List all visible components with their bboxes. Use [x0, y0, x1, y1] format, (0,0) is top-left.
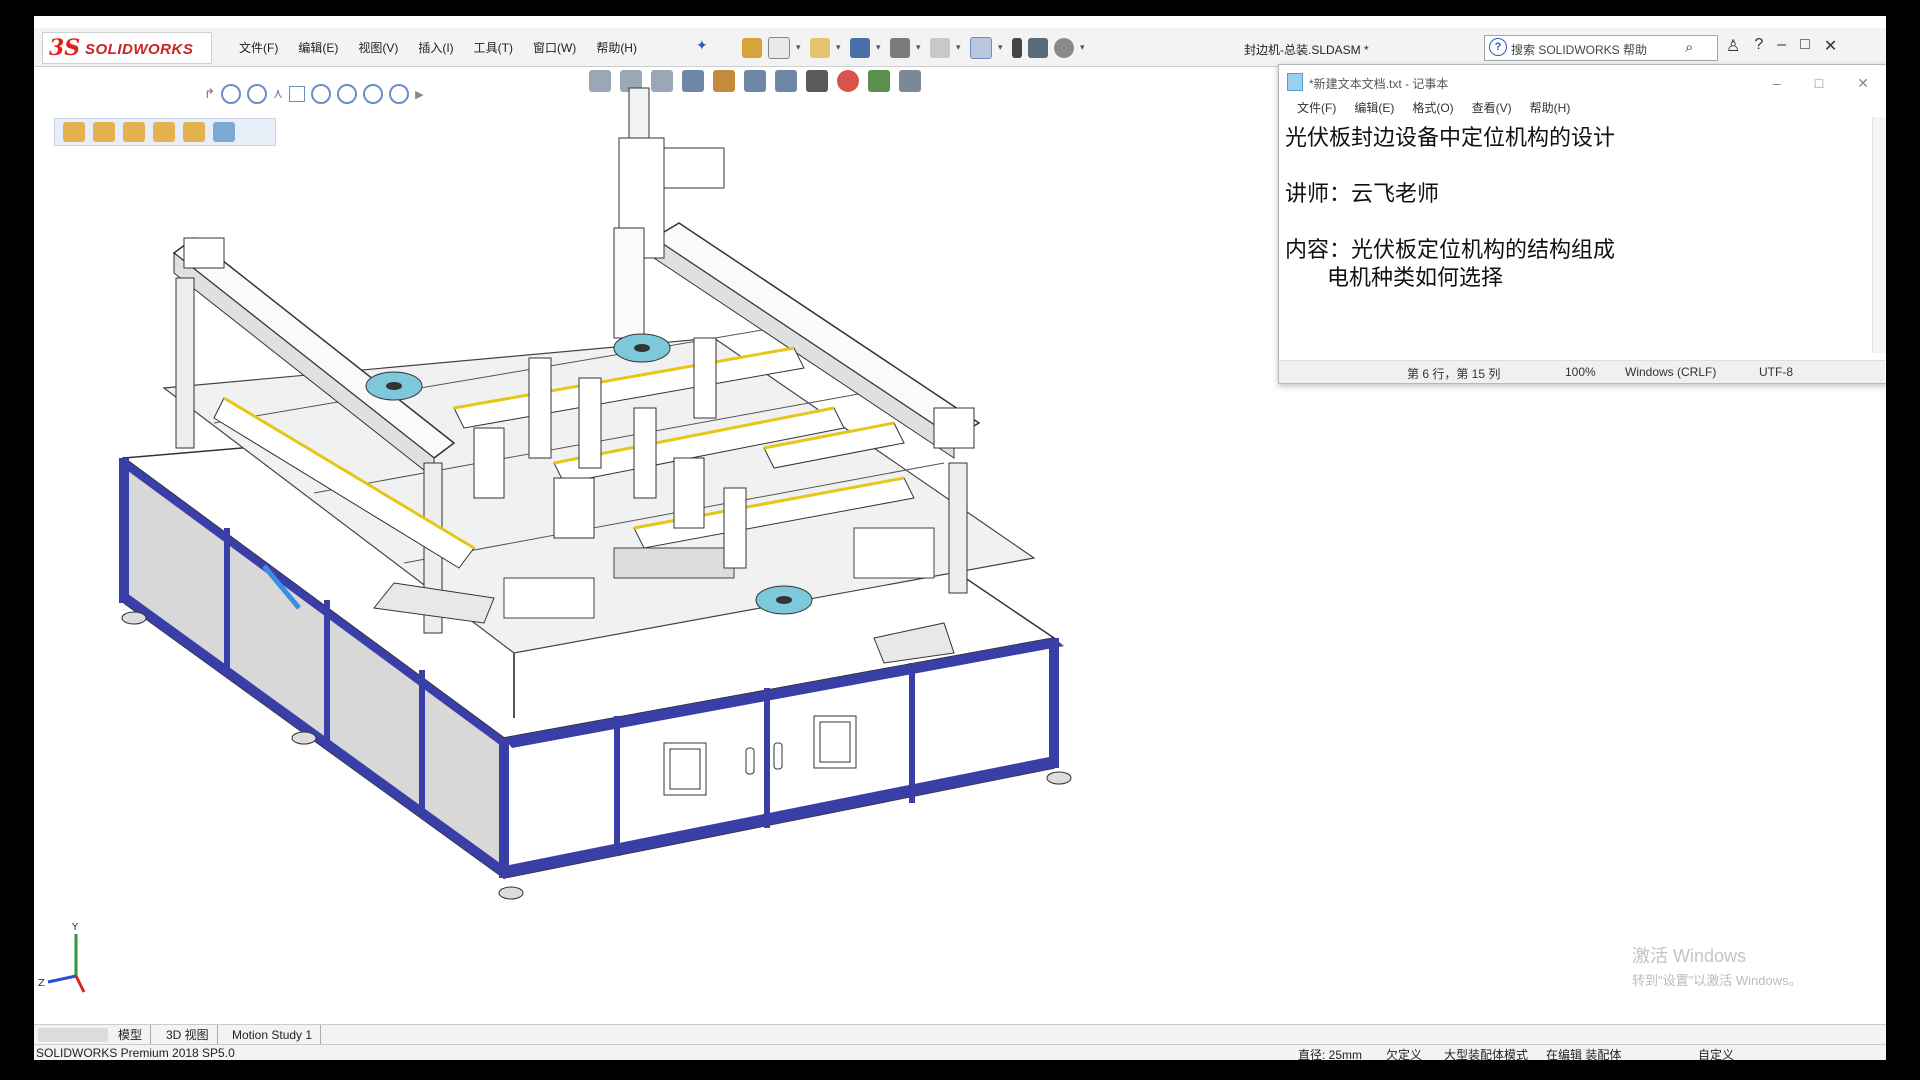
search-box[interactable]: ? 搜索 SOLIDWORKS 帮助 ⌕: [1484, 35, 1718, 61]
encoding: UTF-8: [1759, 365, 1793, 379]
open-folder-icon[interactable]: [810, 38, 830, 58]
options-gear-icon[interactable]: [1054, 38, 1074, 58]
home-icon[interactable]: [742, 38, 762, 58]
logo-text: SOLIDWORKS: [85, 41, 194, 58]
notepad-window: *新建文本文档.txt - 记事本 – □ ✕ 文件(F) 编辑(E) 格式(O…: [1278, 64, 1886, 384]
vertical-scrollbar[interactable]: [1872, 117, 1886, 353]
maximize-icon[interactable]: □: [1800, 36, 1810, 56]
menu-edit[interactable]: 编辑(E): [298, 39, 338, 56]
svg-text:Z: Z: [38, 978, 45, 989]
notepad-menu: 文件(F) 编辑(E) 格式(O) 查看(V) 帮助(H): [1297, 99, 1570, 116]
assembly-mode: 大型装配体模式: [1444, 1048, 1529, 1060]
user-icon[interactable]: ♙: [1726, 36, 1740, 56]
menu-window[interactable]: 窗口(W): [533, 39, 576, 56]
cad-viewport[interactable]: [74, 78, 1284, 1018]
text-line: 光伏板封边设备中定位机构的设计: [1285, 126, 1616, 151]
text-line: [1285, 209, 1865, 237]
minimize-icon[interactable]: –: [1773, 75, 1781, 92]
chevron-down-icon[interactable]: ▾: [916, 44, 924, 53]
notepad-menu-help[interactable]: 帮助(H): [1530, 99, 1571, 116]
chevron-down-icon[interactable]: ▾: [836, 44, 844, 53]
chevron-down-icon[interactable]: ▾: [956, 44, 964, 53]
chevron-down-icon[interactable]: ▾: [1080, 44, 1088, 53]
menu-help[interactable]: 帮助(H): [596, 39, 637, 56]
help-circle-icon: ?: [1489, 38, 1507, 56]
select-arrow-icon[interactable]: [970, 37, 992, 59]
save-icon[interactable]: [850, 38, 870, 58]
editing-context: 在编辑 装配体: [1546, 1048, 1622, 1060]
line-ending: Windows (CRLF): [1625, 365, 1717, 379]
text-line: [1285, 153, 1865, 181]
rebuild-traffic-light-icon[interactable]: [1012, 38, 1022, 58]
window-controls: ♙ ? – □ ✕: [1726, 36, 1837, 56]
text-line: 讲师：云飞老师: [1285, 182, 1440, 207]
minimize-icon[interactable]: –: [1777, 36, 1786, 56]
close-icon[interactable]: ✕: [1857, 75, 1869, 92]
tab-model[interactable]: 模型: [110, 1025, 152, 1045]
chevron-down-icon[interactable]: ▾: [796, 44, 804, 53]
tab-3d-view[interactable]: 3D 视图: [158, 1025, 218, 1045]
document-title: 封边机-总装.SLDASM *: [1244, 43, 1369, 57]
solidworks-window: 3S SOLIDWORKS 文件(F) 编辑(E) 视图(V) 插入(I) 工具…: [34, 16, 1886, 1060]
search-icon[interactable]: ⌕: [1685, 38, 1693, 56]
standard-toolbar: ▾ ▾ ▾ ▾ ▾ ▾ ▾: [742, 36, 1088, 60]
solidworks-logo[interactable]: 3S SOLIDWORKS: [42, 32, 212, 64]
menu-file[interactable]: 文件(F): [239, 39, 278, 56]
ds-logo-mark: 3S: [49, 35, 81, 61]
search-placeholder: 搜索 SOLIDWORKS 帮助: [1511, 43, 1648, 57]
main-menu: 文件(F) 编辑(E) 视图(V) 插入(I) 工具(T) 窗口(W) 帮助(H…: [239, 39, 637, 56]
print-icon[interactable]: [890, 38, 910, 58]
tab-scroll-arrows[interactable]: [38, 1028, 108, 1042]
activation-watermark-title: 激活 Windows: [1632, 946, 1747, 966]
notepad-menu-format[interactable]: 格式(O): [1412, 99, 1453, 116]
help-icon[interactable]: ?: [1754, 36, 1763, 56]
tab-motion-study[interactable]: Motion Study 1: [224, 1025, 322, 1045]
menu-view[interactable]: 视图(V): [358, 39, 398, 56]
notepad-menu-view[interactable]: 查看(V): [1472, 99, 1512, 116]
product-version: SOLIDWORKS Premium 2018 SP5.0: [36, 1046, 235, 1060]
model-tabs: 模型 3D 视图 Motion Study 1: [34, 1024, 1886, 1045]
close-icon[interactable]: ✕: [1824, 36, 1837, 56]
text-line: 内容：光伏板定位机构的结构组成: [1285, 238, 1616, 263]
notepad-icon: [1287, 73, 1303, 91]
file-properties-icon[interactable]: [1028, 38, 1048, 58]
svg-text:Y: Y: [71, 922, 79, 933]
new-document-icon[interactable]: [768, 37, 790, 59]
title-toolbar: 3S SOLIDWORKS 文件(F) 编辑(E) 视图(V) 插入(I) 工具…: [34, 28, 1886, 67]
chevron-down-icon[interactable]: ▾: [876, 44, 884, 53]
definition-state: 欠定义: [1386, 1048, 1423, 1060]
menu-tools[interactable]: 工具(T): [474, 39, 513, 56]
notepad-menu-edit[interactable]: 编辑(E): [1354, 99, 1394, 116]
zoom-level: 100%: [1565, 365, 1596, 379]
coordinate-triad: Y Z: [38, 922, 86, 993]
maximize-icon[interactable]: □: [1815, 75, 1823, 92]
vertical-column: [613, 87, 725, 339]
notepad-statusbar: 第 6 行，第 15 列 100% Windows (CRLF) UTF-8: [1279, 360, 1885, 383]
cursor-position: 第 6 行，第 15 列: [1407, 367, 1501, 381]
chevron-down-icon[interactable]: ▾: [998, 44, 1006, 53]
measure-diameter: 直径: 25mm: [1298, 1048, 1363, 1060]
notepad-menu-file[interactable]: 文件(F): [1297, 99, 1336, 116]
notepad-titlebar[interactable]: *新建文本文档.txt - 记事本 – □ ✕: [1287, 71, 1877, 93]
notepad-title: *新建文本文档.txt - 记事本: [1309, 77, 1449, 91]
status-bar: SOLIDWORKS Premium 2018 SP5.0 直径: 25mm 欠…: [34, 1044, 1886, 1060]
units-custom[interactable]: 自定义: [1698, 1046, 1734, 1060]
activation-watermark-text: 转到"设置"以激活 Windows。: [1632, 973, 1802, 988]
notepad-text-area[interactable]: 光伏板封边设备中定位机构的设计 讲师：云飞老师 内容：光伏板定位机构的结构组成 …: [1279, 117, 1871, 353]
menu-insert[interactable]: 插入(I): [418, 39, 453, 56]
text-line: 电机种类如何选择: [1285, 266, 1503, 291]
pin-icon[interactable]: ✦: [696, 38, 708, 54]
undo-icon[interactable]: [930, 38, 950, 58]
